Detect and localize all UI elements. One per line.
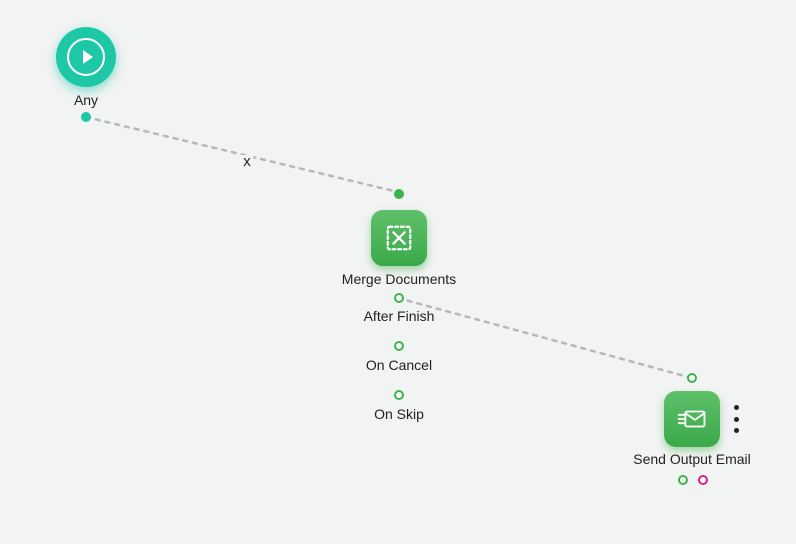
merge-port-after-finish-label: After Finish: [364, 307, 435, 325]
action-node-merge[interactable]: [371, 210, 427, 266]
merge-port-on-cancel[interactable]: [394, 341, 404, 351]
merge-port-after-finish[interactable]: [394, 293, 404, 303]
email-output-port-1[interactable]: [678, 475, 688, 485]
send-email-icon: [677, 404, 707, 434]
merge-port-on-skip[interactable]: [394, 390, 404, 400]
action-node-email[interactable]: [664, 391, 720, 447]
merge-port-on-cancel-label: On Cancel: [366, 356, 432, 374]
trigger-node-any[interactable]: [56, 27, 116, 87]
merge-port-on-skip-label: On Skip: [374, 405, 424, 423]
trigger-output-port[interactable]: [81, 112, 91, 122]
email-output-port-2[interactable]: [698, 475, 708, 485]
email-node-label: Send Output Email: [633, 450, 751, 468]
trigger-node-label: Any: [74, 91, 98, 109]
merge-icon: [384, 223, 414, 253]
merge-node-label: Merge Documents: [342, 270, 456, 288]
email-input-port[interactable]: [687, 373, 697, 383]
workflow-canvas[interactable]: Any x Merge Documents After Finish On Ca…: [0, 0, 796, 544]
merge-input-port[interactable]: [394, 189, 404, 199]
email-node-menu-button[interactable]: [729, 405, 743, 433]
delete-connection-button[interactable]: x: [241, 155, 253, 169]
play-icon: [67, 38, 105, 76]
